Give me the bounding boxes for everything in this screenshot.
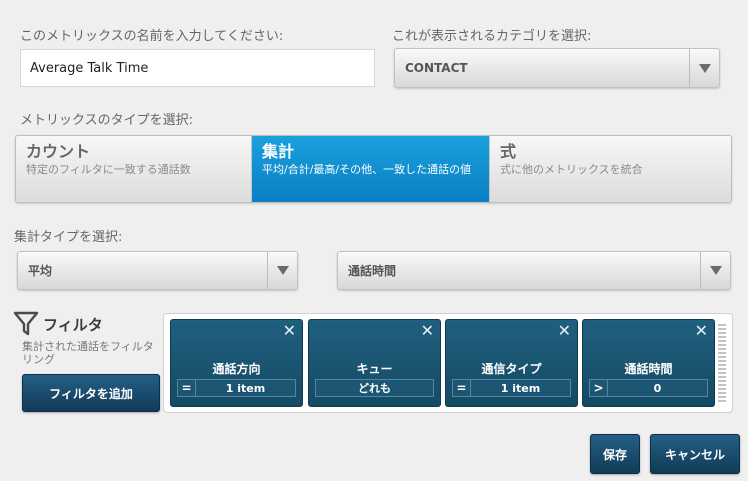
chevron-down-icon (698, 63, 711, 73)
type-option-description: 平均/合計/最高/その他、一致した通話の値 (262, 163, 472, 176)
aggregation-function-value: 平均 (28, 264, 53, 278)
filter-tile-call-direction[interactable]: ✕ 通話方向 = 1 item (170, 319, 303, 407)
close-icon[interactable]: ✕ (558, 323, 571, 339)
metric-type-label: メトリックスのタイプを選択: (20, 113, 193, 128)
filter-tile-media-type[interactable]: ✕ 通信タイプ = 1 item (445, 319, 578, 407)
funnel-icon (13, 311, 39, 336)
filter-list-scrollbar[interactable] (718, 322, 726, 402)
category-dropdown-arrow[interactable] (689, 49, 719, 87)
metric-name-label: このメトリックスの名前を入力してください: (20, 29, 284, 44)
filter-tile-call-duration[interactable]: ✕ 通話時間 > 0 (582, 319, 715, 407)
filter-tile-name: キュー (356, 362, 393, 376)
type-option-title: 式 (500, 142, 517, 161)
type-option-description: 式に他のメトリックスを統合 (500, 163, 643, 176)
filter-tile-value-box[interactable]: = 1 item (452, 379, 571, 397)
filter-tile-name: 通信タイプ (481, 362, 542, 376)
save-button[interactable]: 保存 (590, 434, 640, 474)
chevron-down-icon (709, 266, 722, 275)
filter-tile-value-box[interactable]: = 1 item (177, 379, 296, 397)
filter-value: 0 (653, 381, 662, 395)
cancel-button[interactable]: キャンセル (650, 434, 740, 474)
filter-section-title: フィルタ (43, 316, 103, 334)
chevron-down-icon (276, 266, 289, 275)
metric-name-input[interactable]: Average Talk Time (20, 49, 375, 87)
metric-type-segmented: カウント 特定のフィルタに一致する通話数 集計 平均/合計/最高/その他、一致し… (15, 135, 732, 203)
filter-tile-value-box[interactable]: > 0 (589, 379, 708, 397)
aggregation-field-dropdown-arrow[interactable] (700, 252, 730, 289)
aggregation-field-value: 通話時間 (348, 264, 397, 278)
category-select[interactable]: CONTACT (394, 48, 720, 88)
filter-tile-queue[interactable]: ✕ キュー どれも (308, 319, 441, 407)
close-icon[interactable]: ✕ (421, 323, 434, 339)
filter-tile-name: 通話方向 (212, 362, 261, 376)
aggregation-field-select[interactable]: 通話時間 (337, 251, 731, 290)
type-option-aggregate[interactable]: 集計 平均/合計/最高/その他、一致した通話の値 (252, 136, 490, 202)
aggregation-function-select[interactable]: 平均 (17, 251, 298, 290)
filter-section-description: 集計された通話をフィルタリング (22, 340, 154, 366)
category-selected-value: CONTACT (405, 61, 468, 75)
type-option-description: 特定のフィルタに一致する通話数 (26, 163, 191, 176)
filter-value: 1 item (500, 381, 541, 395)
close-icon[interactable]: ✕ (283, 323, 296, 339)
filter-tile-name: 通話時間 (624, 362, 673, 376)
filter-operator: = (178, 380, 196, 396)
filter-value: 1 item (225, 381, 266, 395)
filter-operator: > (590, 380, 608, 396)
type-option-formula[interactable]: 式 式に他のメトリックスを統合 (490, 136, 731, 202)
close-icon[interactable]: ✕ (695, 323, 708, 339)
add-filter-button[interactable]: フィルタを追加 (22, 374, 160, 412)
filter-operator: = (453, 380, 471, 396)
category-label: これが表示されるカテゴリを選択: (392, 29, 592, 44)
filter-tile-value-box[interactable]: どれも (315, 379, 434, 397)
type-option-title: 集計 (262, 142, 295, 161)
type-option-count[interactable]: カウント 特定のフィルタに一致する通話数 (16, 136, 252, 202)
filter-value: どれも (358, 382, 391, 395)
aggregation-label: 集計タイプを選択: (14, 230, 123, 245)
aggregation-function-dropdown-arrow[interactable] (267, 252, 297, 289)
type-option-title: カウント (26, 142, 91, 161)
